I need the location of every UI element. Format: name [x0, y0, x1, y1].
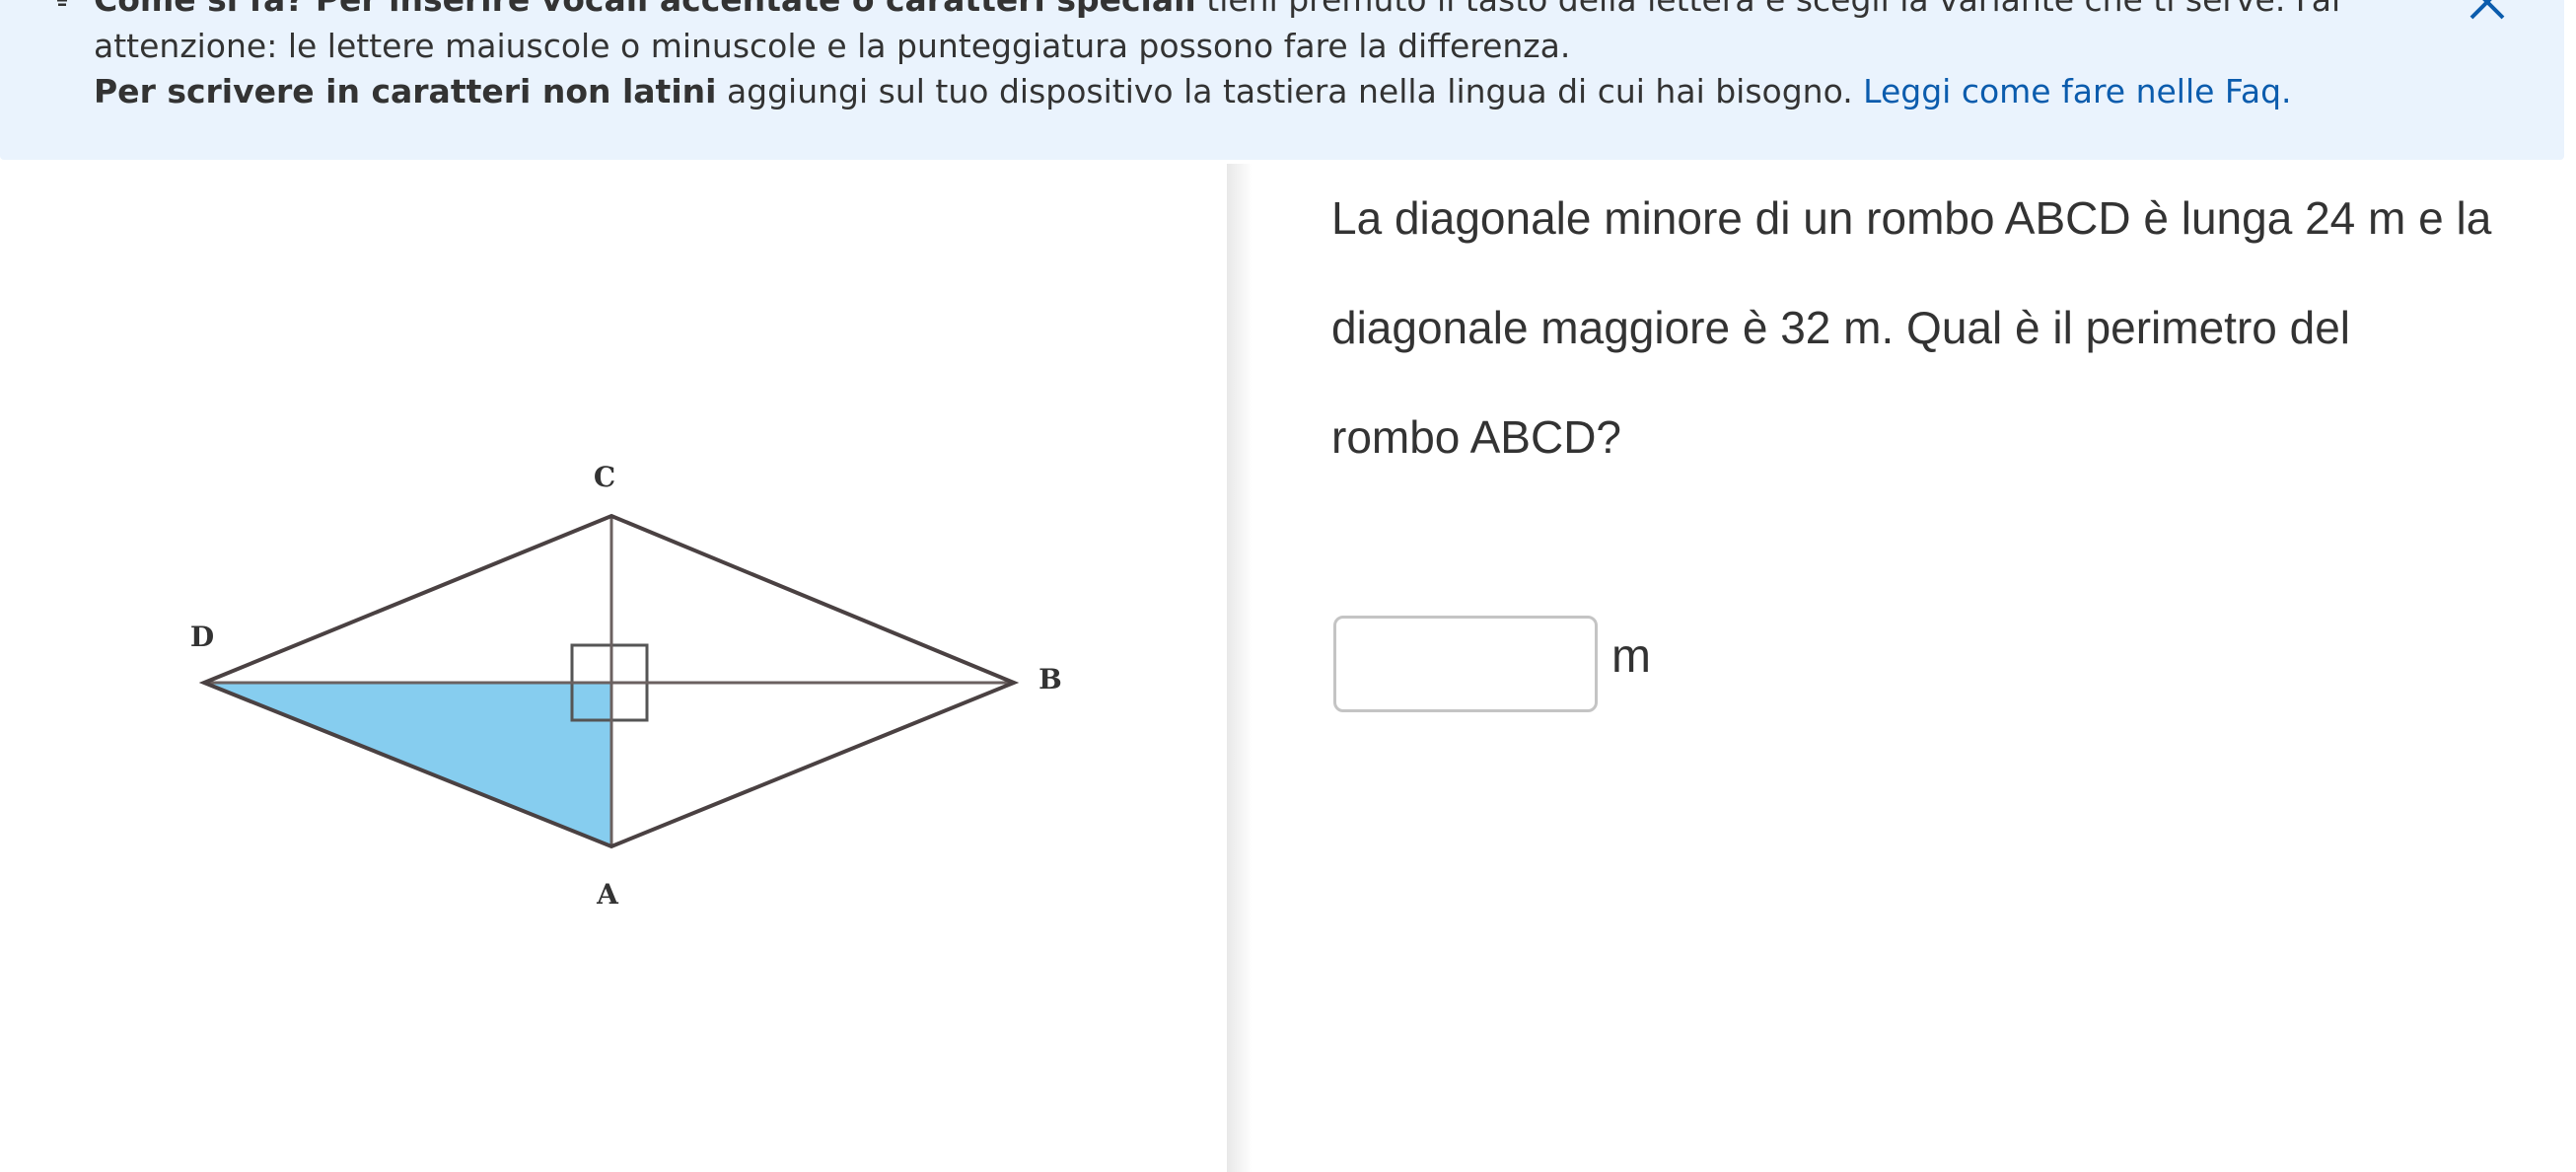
vertex-label-b: B	[1038, 663, 1062, 696]
banner-line-3: Per scrivere in caratteri non latini agg…	[94, 69, 2292, 114]
lightbulb-icon	[57, 0, 67, 6]
question-line-3: rombo ABCD?	[1331, 411, 1622, 463]
close-icon[interactable]	[2458, 0, 2517, 30]
question-line-2: diagonale maggiore è 32 m. Qual è il per…	[1331, 302, 2351, 353]
banner-line-3-bold: Per scrivere in caratteri non latini	[94, 72, 717, 110]
panel-divider-shadow	[1227, 164, 1252, 1172]
banner-line-3-text: aggiungi sul tuo dispositivo la tastiera…	[716, 72, 1864, 110]
question-text: La diagonale minore di un rombo ABCD è l…	[1331, 164, 2576, 492]
answer-input[interactable]	[1333, 616, 1598, 712]
banner-line-1: Come si fa? Per inserire vocali accentat…	[94, 0, 2340, 23]
question-line-1: La diagonale minore di un rombo ABCD è l…	[1331, 192, 2492, 244]
banner-line-1-text: tieni premuto il tasto della lettera e s…	[1196, 0, 2340, 19]
vertex-label-a: A	[596, 878, 619, 911]
banner-line-2: attenzione: le lettere maiuscole o minus…	[94, 27, 1571, 65]
help-banner: Come si fa? Per inserire vocali accentat…	[0, 0, 2564, 160]
vertex-label-c: C	[594, 461, 615, 493]
unit-label: m	[1611, 630, 1651, 683]
exercise-page: Come si fa? Per inserire vocali accentat…	[0, 0, 2576, 1172]
vertex-label-d: D	[190, 621, 214, 653]
figure-panel: C D B A	[0, 164, 1227, 1172]
banner-line-1-bold: Come si fa? Per inserire vocali accentat…	[94, 0, 1196, 19]
faq-link[interactable]: Leggi come fare nelle Faq.	[1863, 72, 2291, 110]
rhombus-figure: C D B A	[190, 461, 1062, 911]
